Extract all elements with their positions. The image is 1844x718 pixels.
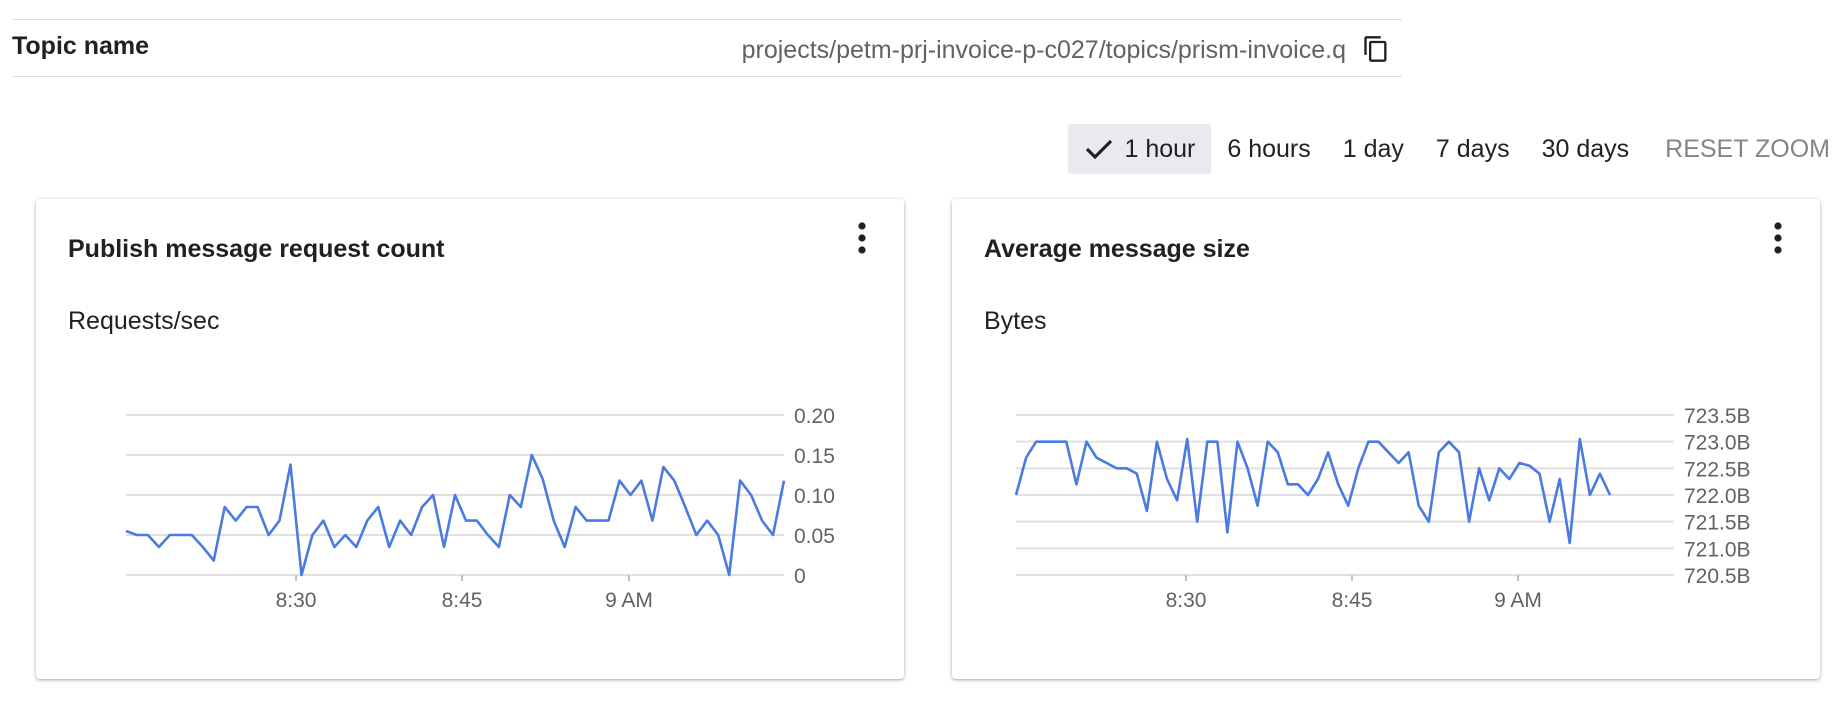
time-range-label: 1 day (1342, 134, 1404, 163)
y-tick-label: 723.0B (1684, 432, 1751, 455)
chart-card-average-message-size: Average message size Bytes 720.5B 721.0B 7… (952, 199, 1820, 679)
chart-card-publish-request-count: Publish message request count Requests/s… (36, 199, 904, 679)
topic-name-row: Topic name projects/petm-prj-invoice-p-c… (12, 19, 1402, 77)
series-line (1014, 437, 1612, 545)
check-icon (1084, 137, 1114, 161)
copy-icon[interactable] (1362, 34, 1390, 64)
x-tick-label: 9 AM (605, 589, 653, 607)
y-tick-label: 0.05 (794, 525, 835, 548)
time-range-1-day[interactable]: 1 day (1327, 124, 1420, 174)
more-vert-icon[interactable] (852, 221, 872, 255)
topic-name-label: Topic name (12, 32, 150, 60)
time-range-1-hour[interactable]: 1 hour (1068, 124, 1212, 174)
time-range-label: 30 days (1541, 134, 1630, 163)
more-vert-icon[interactable] (1768, 221, 1788, 255)
chart-unit-label: Requests/sec (68, 307, 220, 335)
y-tick-label: 0.20 (794, 405, 835, 428)
line-chart: 0 0.05 0.10 0.15 0.20 8:30 8:45 9 AM (125, 405, 835, 607)
chart-title: Publish message request count (68, 235, 445, 263)
time-range-label: 6 hours (1227, 134, 1311, 163)
chart-title: Average message size (984, 235, 1250, 263)
series-line (125, 453, 786, 577)
y-tick-label: 721.0B (1684, 538, 1751, 561)
time-range-label: 7 days (1435, 134, 1510, 163)
chart-unit-label: Bytes (984, 307, 1047, 335)
x-tick-label: 9 AM (1494, 589, 1542, 607)
line-chart: 720.5B 721.0B 721.5B 722.0B 722.5B 723.0B 723.… (1014, 405, 1751, 607)
topic-name-value: projects/petm-prj-invoice-p-c027/topics/… (741, 36, 1346, 64)
x-tick-label: 8:45 (442, 589, 483, 607)
y-tick-label: 723.5B (1684, 405, 1751, 428)
x-tick-label: 8:30 (1166, 589, 1207, 607)
time-range-7-days[interactable]: 7 days (1420, 124, 1526, 174)
time-range-label: 1 hour (1124, 134, 1196, 163)
reset-zoom-button[interactable]: RESET ZOOM (1649, 124, 1830, 174)
x-tick-label: 8:30 (276, 589, 317, 607)
y-tick-label: 0 (794, 565, 806, 588)
y-tick-label: 721.5B (1684, 512, 1751, 535)
time-range-30-days[interactable]: 30 days (1526, 124, 1646, 174)
time-range-selector: 1 hour 6 hours 1 day 7 days 30 days RESE… (1068, 124, 1830, 174)
y-tick-label: 720.5B (1684, 565, 1751, 588)
time-range-6-hours[interactable]: 6 hours (1211, 124, 1326, 174)
y-tick-label: 0.10 (794, 485, 835, 508)
y-tick-label: 0.15 (794, 445, 835, 468)
x-tick-label: 8:45 (1332, 589, 1373, 607)
y-tick-label: 722.0B (1684, 485, 1751, 508)
y-tick-label: 722.5B (1684, 458, 1751, 481)
